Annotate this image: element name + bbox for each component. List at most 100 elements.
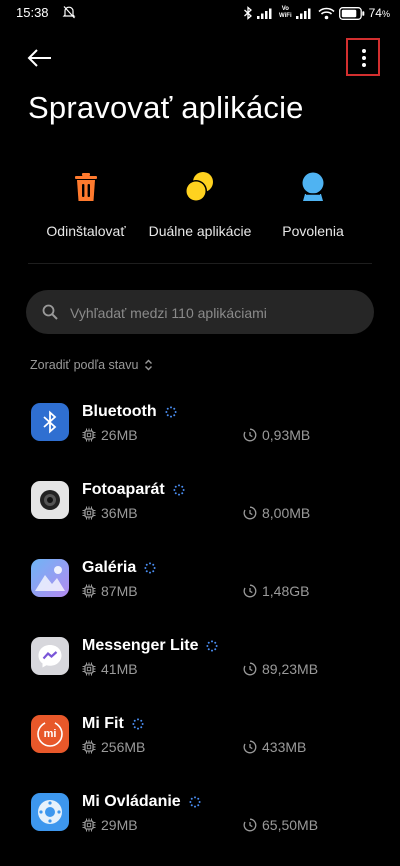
app-icon-text: mi [43,728,57,740]
more-options-dot [362,63,366,67]
dual-apps-label: Duálne aplikácie [148,223,252,239]
sort-selector[interactable]: Zoradiť podľa stavu [30,358,153,372]
back-arrow-icon[interactable] [24,44,56,72]
app-row[interactable]: Bluetooth 26MB 0,93MB [0,403,400,473]
uninstall-label: Odinštalovať [46,223,126,239]
app-size-value: 36MB [101,505,138,521]
sort-label: Zoradiť podľa stavu [30,358,139,372]
battery-percentage: 74% [369,6,390,20]
divider [28,263,372,264]
app-name: Mi Fit [82,715,124,732]
status-bar: 15:38 Vo WiFi 74% [0,0,400,28]
app-row[interactable]: Messenger Lite 41MB 89,23MB [0,637,400,707]
app-size: 87MB [82,583,138,599]
loading-spinner-icon [206,640,219,652]
search-bar[interactable] [26,290,374,336]
data-size: 89,23MB [243,661,318,677]
permissions-icon [302,172,324,201]
app-row[interactable]: Fotoaparát 36MB 8,00MB [0,481,400,551]
battery-unit: % [381,9,390,19]
page-title: Spravovať aplikácie [28,90,304,125]
data-usage-icon [243,818,257,832]
loading-spinner-icon [173,484,185,496]
app-name-group: Galéria [82,559,156,577]
uninstall-action[interactable]: Odinštalovať [26,170,146,239]
app-name: Mi Ovládanie [82,793,181,810]
app-size-value: 29MB [101,817,138,833]
app-name-group: Mi Fit [82,715,144,733]
app-name: Bluetooth [82,403,157,420]
data-size: 8,00MB [243,505,310,521]
app-name: Galéria [82,559,137,576]
storage-chip-icon [82,428,96,442]
data-size: 433MB [243,739,306,755]
data-size-value: 65,50MB [262,817,319,833]
data-usage-icon [243,662,257,676]
sort-chevron-icon [145,359,153,371]
data-size: 1,48GB [243,583,309,599]
data-size: 0,93MB [243,427,310,443]
mi-fit-app-icon: mi [31,715,69,753]
app-name-group: Mi Ovládanie [82,793,201,811]
data-size-value: 89,23MB [262,661,319,677]
bluetooth-status-icon [244,6,253,20]
data-usage-icon [243,506,257,520]
permissions-action[interactable]: Povolenia [253,170,373,239]
camera-app-icon [31,481,69,519]
app-name-group: Fotoaparát [82,481,185,499]
app-size: 26MB [82,427,138,443]
app-name: Messenger Lite [82,637,199,654]
battery-icon [338,6,364,20]
vowifi-indicator: Vo WiFi [279,6,292,20]
search-icon [42,304,58,320]
signal-icon [257,8,272,19]
data-usage-icon [243,428,257,442]
signal-icon-2 [295,8,311,19]
status-icons: Vo WiFi 74% [243,4,390,22]
app-size: 36MB [82,505,138,521]
storage-chip-icon [82,740,96,754]
app-size: 41MB [82,661,138,677]
app-name-group: Bluetooth [82,403,177,421]
more-options-button[interactable] [346,38,380,76]
data-size-value: 1,48GB [262,583,310,599]
loading-spinner-icon [144,562,156,574]
app-row[interactable]: Galéria 87MB 1,48GB [0,559,400,629]
loading-spinner-icon [189,796,201,808]
app-name-group: Messenger Lite [82,637,219,655]
storage-chip-icon [82,506,96,520]
mi-remote-app-icon [31,793,69,831]
data-size: 65,50MB [243,817,318,833]
status-time: 15:38 [16,5,49,20]
storage-chip-icon [82,662,96,676]
loading-spinner-icon [132,718,144,730]
vowifi-bottom-label: WiFi [279,13,292,19]
messenger-lite-app-icon [31,637,69,675]
app-size: 256MB [82,739,145,755]
more-options-icon [362,49,366,53]
dual-apps-action[interactable]: Duálne aplikácie [140,170,260,239]
gallery-app-icon [31,559,69,597]
notifications-muted-icon [62,6,76,19]
data-size-value: 433MB [262,739,307,755]
loading-spinner-icon [165,406,177,418]
battery-value: 74 [368,6,382,20]
app-size-value: 256MB [101,739,146,755]
app-name: Fotoaparát [82,481,165,498]
vowifi-top-label: Vo [281,6,289,12]
app-size-value: 41MB [101,661,138,677]
app-row[interactable]: mi Mi Fit 256MB 433MB [0,715,400,785]
app-row[interactable]: Mi Ovládanie 29MB 65,50MB [0,793,400,863]
more-options-dot [362,56,366,60]
wifi-icon [318,7,335,19]
storage-chip-icon [82,818,96,832]
app-size: 29MB [82,817,138,833]
app-size-value: 26MB [101,427,138,443]
bluetooth-app-icon [31,403,69,441]
storage-chip-icon [82,584,96,598]
permissions-label: Povolenia [282,223,344,239]
data-usage-icon [243,584,257,598]
dual-apps-icon [185,172,213,202]
app-size-value: 87MB [101,583,138,599]
search-input[interactable] [68,290,362,336]
